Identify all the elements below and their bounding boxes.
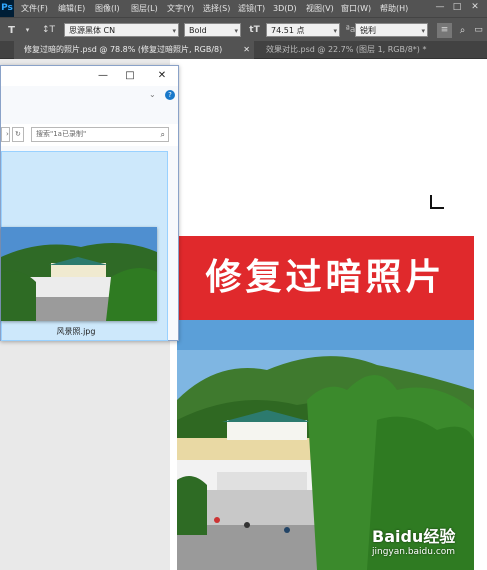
explorer-minimize-button[interactable]: — xyxy=(96,69,110,83)
menu-view[interactable]: 视图(V) xyxy=(306,0,334,17)
menu-type[interactable]: 文字(Y) xyxy=(167,0,194,17)
explorer-address-row: › ↻ 搜索"1a已录制" ⌕ xyxy=(1,124,178,146)
search-toolbar-icon[interactable]: ⌕ xyxy=(455,23,470,38)
file-explorer-window[interactable]: — □ ✕ ⌄ ? › ↻ 搜索"1a已录制" ⌕ 风景照.jpg xyxy=(0,65,179,341)
search-placeholder: 搜索"1a已录制" xyxy=(36,130,87,138)
chevron-down-icon: ▾ xyxy=(172,27,176,35)
font-size-input[interactable]: 74.51 点 ▾ xyxy=(266,23,340,37)
antialias-value: 锐利 xyxy=(360,26,376,35)
text-orientation-icon[interactable]: ↕T xyxy=(41,23,56,38)
font-size-value: 74.51 点 xyxy=(271,26,305,35)
file-name-label[interactable]: 风景照.jpg xyxy=(21,326,131,338)
font-family-value: 思源黑体 CN xyxy=(69,26,116,35)
menu-layer[interactable]: 图层(L) xyxy=(131,0,158,17)
title-banner: 修复过暗照片 xyxy=(177,236,474,320)
chevron-down-icon: ▾ xyxy=(333,27,337,35)
maximize-button[interactable]: □ xyxy=(450,0,464,14)
explorer-titlebar[interactable]: — □ ✕ xyxy=(1,66,178,86)
explorer-maximize-button[interactable]: □ xyxy=(123,69,137,83)
minimize-button[interactable]: — xyxy=(433,0,447,14)
menu-bar: Ps 文件(F) 编辑(E) 图像(I) 图层(L) 文字(Y) 选择(S) 滤… xyxy=(0,0,487,17)
tab-label: 修复过暗的照片.psd @ 78.8% (修复过暗照片, RGB/8) xyxy=(24,45,223,54)
close-icon[interactable]: ✕ xyxy=(243,41,250,59)
align-left-icon[interactable]: ≡ xyxy=(437,23,452,38)
search-icon: ⌕ xyxy=(160,130,165,139)
address-bar[interactable]: › xyxy=(1,127,10,142)
chevron-down-icon: ▾ xyxy=(234,27,238,35)
watermark-brand: Baidu经验 xyxy=(372,527,456,546)
menu-image[interactable]: 图像(I) xyxy=(95,0,120,17)
chevron-down-icon[interactable]: ⌄ xyxy=(149,90,156,99)
font-family-select[interactable]: 思源黑体 CN ▾ xyxy=(64,23,179,37)
options-bar: T ▾ ↕T 思源黑体 CN ▾ Bold ▾ tT 74.51 点 ▾ ªa … xyxy=(0,17,487,41)
photoshop-logo: Ps xyxy=(0,0,14,17)
font-size-icon: tT xyxy=(249,25,260,35)
document-tab-bar: 修复过暗的照片.psd @ 78.8% (修复过暗照片, RGB/8) ✕ 效果… xyxy=(0,41,487,59)
font-style-select[interactable]: Bold ▾ xyxy=(184,23,241,37)
watermark-url: jingyan.baidu.com xyxy=(372,547,456,557)
menu-edit[interactable]: 编辑(E) xyxy=(58,0,85,17)
help-icon[interactable]: ? xyxy=(165,90,175,100)
menu-3d[interactable]: 3D(D) xyxy=(273,0,297,17)
tab-effect-compare[interactable]: 效果对比.psd @ 22.7% (图层 1, RGB/8*) * xyxy=(256,41,487,59)
tab-label: 效果对比.psd @ 22.7% (图层 1, RGB/8*) * xyxy=(266,45,427,54)
chevron-down-icon: ▾ xyxy=(421,27,425,35)
crop-corner-marker xyxy=(430,195,444,209)
menu-file[interactable]: 文件(F) xyxy=(21,0,48,17)
tab-repair-dark-photo[interactable]: 修复过暗的照片.psd @ 78.8% (修复过暗照片, RGB/8) ✕ xyxy=(14,41,254,59)
explorer-close-button[interactable]: ✕ xyxy=(155,69,169,83)
text-tool-icon[interactable]: T xyxy=(4,23,19,38)
font-style-value: Bold xyxy=(189,26,207,35)
chevron-down-icon[interactable]: ▾ xyxy=(20,23,35,38)
menu-help[interactable]: 帮助(H) xyxy=(380,0,408,17)
close-button[interactable]: ✕ xyxy=(468,0,482,14)
menu-select[interactable]: 选择(S) xyxy=(203,0,230,17)
menu-window[interactable]: 窗口(W) xyxy=(341,0,371,17)
menu-filter[interactable]: 滤镜(T) xyxy=(238,0,265,17)
refresh-icon[interactable]: ↻ xyxy=(12,127,24,142)
antialias-select[interactable]: 锐利 ▾ xyxy=(355,23,428,37)
search-input[interactable]: 搜索"1a已录制" ⌕ xyxy=(31,127,169,142)
file-thumbnail[interactable] xyxy=(1,227,157,321)
frame-icon[interactable]: ▭ xyxy=(471,23,486,38)
baidu-watermark: Baidu经验 jingyan.baidu.com xyxy=(372,523,477,563)
